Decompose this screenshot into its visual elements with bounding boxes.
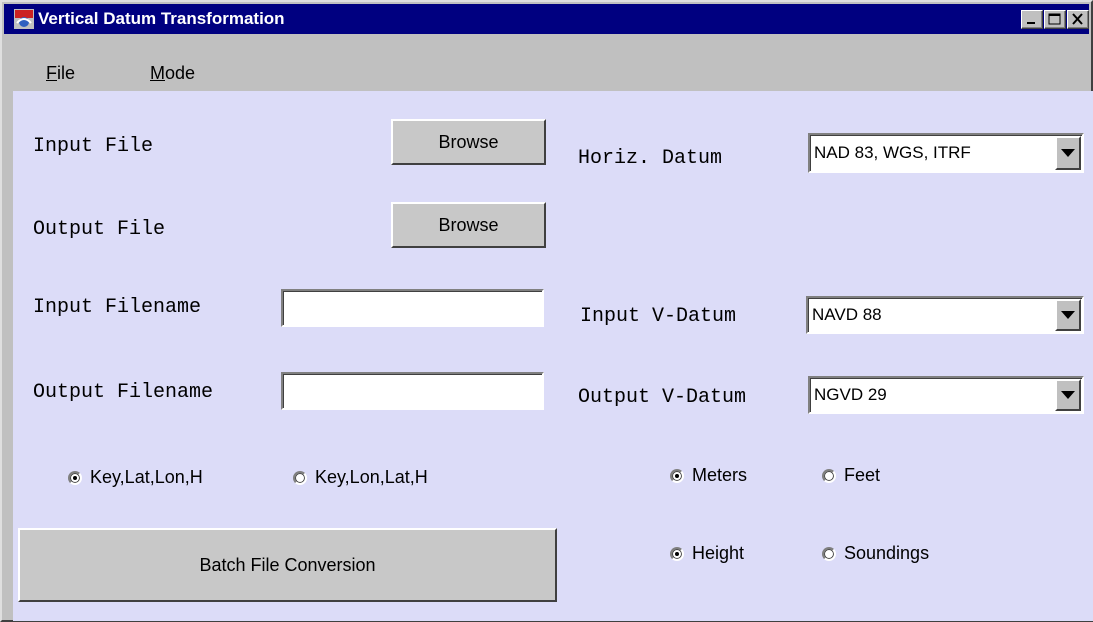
input-filename-field[interactable] [281, 289, 544, 327]
batch-file-conversion-button[interactable]: Batch File Conversion [18, 528, 557, 602]
close-button[interactable] [1067, 10, 1089, 29]
radio-soundings-label: Soundings [844, 543, 930, 563]
minimize-button[interactable] [1021, 10, 1043, 29]
output-vdatum-select[interactable]: NGVD 29 [808, 376, 1084, 414]
close-icon [1072, 13, 1083, 25]
input-file-label: Input File [33, 135, 154, 158]
maximize-icon [1048, 13, 1061, 25]
maximize-button[interactable] [1044, 10, 1066, 29]
dropdown-arrow-button[interactable] [1055, 299, 1081, 331]
window-title: Vertical Datum Transformation [38, 9, 285, 28]
horiz-datum-select[interactable]: NAD 83, WGS, ITRF [808, 133, 1084, 173]
output-filename-field[interactable] [281, 372, 544, 410]
radio-key-lat-lon-h[interactable]: Key,Lat,Lon,H [68, 467, 203, 488]
app-icon [14, 9, 34, 29]
menu-mode[interactable]: Mode [150, 63, 195, 84]
input-vdatum-value: NAVD 88 [812, 305, 882, 324]
menu-bar: File Mode [4, 34, 1089, 90]
menu-file[interactable]: File [46, 63, 75, 84]
input-filename-label: Input Filename [33, 296, 202, 319]
title-bar[interactable]: Vertical Datum Transformation [4, 4, 1089, 34]
radio-feet-label: Feet [844, 465, 881, 485]
radio-key-lon-lat-h[interactable]: Key,Lon,Lat,H [293, 467, 428, 488]
radio-soundings[interactable]: Soundings [822, 543, 929, 564]
radio-key-lon-lat-h-label: Key,Lon,Lat,H [315, 467, 428, 487]
minimize-icon [1027, 22, 1035, 24]
radio-height[interactable]: Height [670, 543, 744, 564]
radio-meters-label: Meters [692, 465, 748, 485]
output-file-label: Output File [33, 218, 166, 241]
browse-input-button[interactable]: Browse [391, 119, 546, 165]
menu-file-mnemonic: F [46, 63, 57, 83]
radio-selected-icon [670, 468, 684, 483]
radio-key-lat-lon-h-label: Key,Lat,Lon,H [90, 467, 203, 487]
dropdown-arrow-button[interactable] [1055, 136, 1081, 170]
radio-unselected-icon [822, 546, 836, 561]
chevron-down-icon [1061, 148, 1075, 157]
radio-meters[interactable]: Meters [670, 465, 747, 486]
output-vdatum-value: NGVD 29 [814, 385, 887, 404]
menu-file-rest: ile [57, 63, 76, 83]
radio-feet[interactable]: Feet [822, 465, 880, 486]
output-filename-label: Output Filename [33, 381, 214, 404]
radio-height-label: Height [692, 543, 745, 563]
radio-selected-icon [68, 470, 82, 485]
main-panel: Input File Browse Output File Browse Inp… [13, 91, 1093, 621]
output-vdatum-label: Output V-Datum [578, 386, 747, 409]
radio-unselected-icon [822, 468, 836, 483]
horiz-datum-label: Horiz. Datum [578, 147, 723, 170]
menu-mode-rest: ode [165, 63, 196, 83]
chevron-down-icon [1061, 310, 1075, 319]
browse-output-button[interactable]: Browse [391, 202, 546, 248]
app-window: Vertical Datum Transformation File Mode … [0, 0, 1093, 622]
chevron-down-icon [1061, 390, 1075, 399]
radio-unselected-icon [293, 470, 307, 485]
menu-mode-mnemonic: M [150, 63, 165, 83]
dropdown-arrow-button[interactable] [1055, 379, 1081, 411]
horiz-datum-value: NAD 83, WGS, ITRF [814, 143, 971, 162]
input-vdatum-select[interactable]: NAVD 88 [806, 296, 1084, 334]
radio-selected-icon [670, 546, 684, 561]
input-vdatum-label: Input V-Datum [580, 305, 737, 328]
